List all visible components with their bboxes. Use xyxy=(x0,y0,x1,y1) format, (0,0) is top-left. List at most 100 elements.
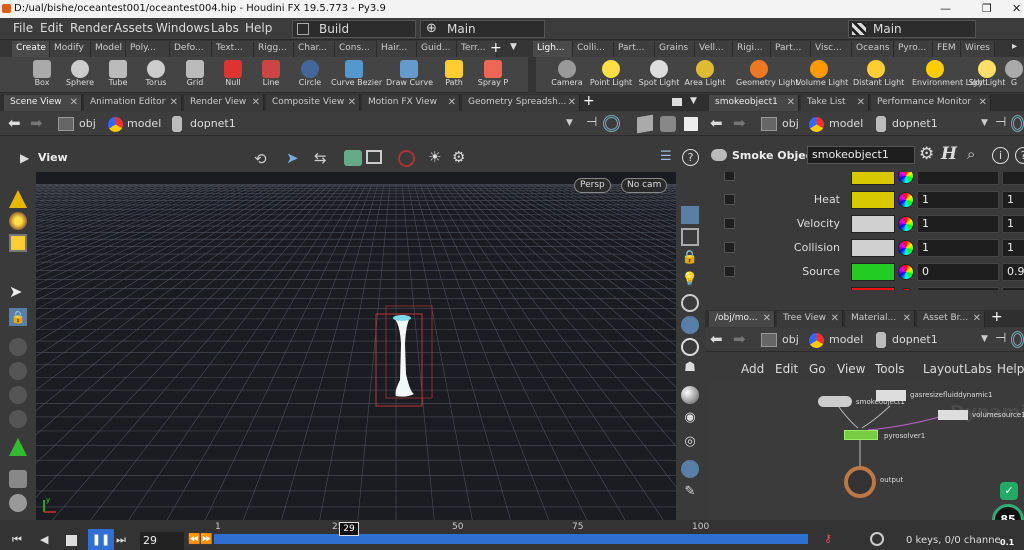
shelf-tab-right-part-2[interactable]: Part... xyxy=(614,41,655,57)
net-tab-close-icon[interactable]: ✕ xyxy=(973,311,981,326)
headlight-icon[interactable] xyxy=(681,294,699,312)
param-value-field-2[interactable]: 1 xyxy=(1002,215,1024,233)
shelf-tab-text-5[interactable]: Text... xyxy=(212,41,254,57)
paint-brush-icon[interactable] xyxy=(9,470,27,488)
pane-tab-close-icon[interactable]: ✕ xyxy=(348,95,356,110)
param-value-field-2[interactable]: 1 xyxy=(1002,191,1024,209)
param-tab-close-icon[interactable]: ✕ xyxy=(857,95,865,110)
path-dropdown-arrow-icon[interactable]: ▼ xyxy=(566,118,573,128)
shelf-tab-defo-4[interactable]: Defo... xyxy=(170,41,212,57)
pane-tab-close-icon[interactable]: ✕ xyxy=(170,95,178,110)
pin-icon[interactable]: ⊣ xyxy=(586,115,597,130)
param-value-field[interactable]: 1 xyxy=(917,239,999,257)
net-tab-asset-br[interactable]: Asset Br... ✕ xyxy=(917,311,985,327)
link-target-icon[interactable] xyxy=(603,115,620,132)
persp-menu[interactable]: Persp xyxy=(574,178,611,193)
color-wheel-icon[interactable] xyxy=(898,216,914,232)
pane-tab-close-icon[interactable]: ✕ xyxy=(568,95,576,110)
pane-tab-composite-view[interactable]: Composite View ✕ xyxy=(266,95,360,111)
param-pin-icon[interactable]: ⊣ xyxy=(995,115,1006,130)
shelf-tab-modify-1[interactable]: Modify xyxy=(50,41,91,57)
current-frame-field[interactable]: 29 xyxy=(140,532,184,550)
bone-tool-icon[interactable] xyxy=(9,338,27,356)
menu-file[interactable]: File xyxy=(13,21,33,35)
geometry-cube-icon[interactable] xyxy=(637,114,653,134)
network-editor[interactable]: Dynamics smokeobject1 gasresizefluiddyna… xyxy=(710,382,1024,520)
net-tab-close-icon[interactable]: ✕ xyxy=(831,311,839,326)
param-value-field[interactable]: 0 xyxy=(917,263,999,281)
path-obj[interactable]: obj xyxy=(79,115,96,133)
white-square-icon[interactable] xyxy=(684,117,698,131)
color-wheel-icon[interactable] xyxy=(898,240,914,256)
shelf-tool-point-light[interactable]: Point Light xyxy=(588,57,634,93)
shelf-tool-spray-p[interactable]: Spray P xyxy=(470,57,516,93)
bulb-outline-icon[interactable] xyxy=(681,338,699,356)
net-tab-tree-view[interactable]: Tree View ✕ xyxy=(777,311,843,327)
shelf-tab-right-fem-10[interactable]: FEM xyxy=(933,41,961,57)
menu-windows[interactable]: Windows xyxy=(156,21,210,35)
net-tab-close-icon[interactable]: ✕ xyxy=(763,311,771,326)
param-tab-smokeobject1[interactable]: smokeobject1 ✕ xyxy=(709,95,799,111)
node-output[interactable] xyxy=(844,466,876,498)
color-wheel-icon[interactable] xyxy=(898,264,914,280)
net-path-dopnet[interactable]: dopnet1 xyxy=(892,331,938,349)
select-arrow-icon[interactable]: ➤ xyxy=(286,149,299,167)
net-menu-go[interactable]: Go xyxy=(809,362,826,376)
shelf-tool-geometry-light[interactable]: Geometry Light xyxy=(736,57,798,93)
color-swatch[interactable] xyxy=(851,191,895,209)
next-key-button[interactable]: ⏩ xyxy=(200,534,212,545)
pause-button[interactable]: ❚❚ xyxy=(88,529,114,550)
edit-cube-icon[interactable] xyxy=(9,234,27,252)
net-tab-close-icon[interactable]: ✕ xyxy=(903,311,911,326)
screen-icon[interactable] xyxy=(366,150,382,164)
shelf-tab-right-pyro-9[interactable]: Pyro... xyxy=(894,41,933,57)
desktop-build-selector[interactable]: Build xyxy=(292,20,416,38)
points-icon[interactable] xyxy=(9,212,27,230)
ghost-icon[interactable] xyxy=(681,228,699,246)
eye-slash-icon[interactable]: ◎ xyxy=(681,434,699,452)
desktop-main-right-selector[interactable]: Main xyxy=(848,20,976,38)
camera-lock-icon[interactable]: 🔒 xyxy=(681,250,699,268)
playhead-marker[interactable]: 29 xyxy=(339,522,359,536)
shelf-menu-arrow-icon[interactable]: ▼ xyxy=(510,42,517,52)
cone-handle-icon[interactable] xyxy=(9,190,27,208)
close-window-button[interactable]: ✕ xyxy=(1012,0,1021,18)
net-pin-icon[interactable]: ⊣ xyxy=(995,331,1006,346)
shelf-tab-rigg-6[interactable]: Rigg... xyxy=(254,41,294,57)
pose-tool-icon[interactable] xyxy=(9,438,27,456)
net-menu-edit[interactable]: Edit xyxy=(775,362,798,376)
shelf-tool-distant-light[interactable]: Distant Light xyxy=(853,57,904,93)
menu-render[interactable]: Render xyxy=(70,21,113,35)
shelf-tab-right-vell-4[interactable]: Vell... xyxy=(695,41,733,57)
shelf-tab-right-part-6[interactable]: Part... xyxy=(771,41,811,57)
param-value-field[interactable]: 1 xyxy=(917,215,999,233)
shelf-tool-circle[interactable]: Circle xyxy=(287,57,333,93)
sculpt-icon[interactable] xyxy=(9,494,27,512)
param-value-field-2[interactable] xyxy=(1002,172,1024,185)
net-menu-labs[interactable]: Labs xyxy=(964,362,992,376)
keyframe-key-icon[interactable]: ⚷ xyxy=(824,532,832,545)
path-model[interactable]: model xyxy=(127,115,161,133)
shelf-tab-right-oceans-8[interactable]: Oceans xyxy=(852,41,894,57)
shelf-tab-hair-9[interactable]: Hair... xyxy=(377,41,417,57)
shelf-tab-right-rigi-5[interactable]: Rigi... xyxy=(733,41,771,57)
color-wheel-icon[interactable] xyxy=(898,288,914,290)
param-path-obj[interactable]: obj xyxy=(782,115,799,133)
color-swatch[interactable] xyxy=(851,287,895,290)
param-tab-close-icon[interactable]: ✕ xyxy=(787,95,795,110)
step-back-button[interactable]: ◀ xyxy=(40,533,48,546)
step-forward-button[interactable]: ⏭ xyxy=(116,533,126,547)
param-value-field-2[interactable]: 0 xyxy=(1002,287,1024,290)
param-toggle-checkbox[interactable] xyxy=(724,218,735,229)
shelf-tool-camera[interactable]: Camera xyxy=(544,57,590,93)
net-menu-add[interactable]: Add xyxy=(741,362,764,376)
pane-tab-render-view[interactable]: Render View ✕ xyxy=(184,95,264,111)
net-path-model[interactable]: model xyxy=(829,331,863,349)
add-network-tab-button[interactable]: + xyxy=(991,309,1003,325)
shelf-tool-g[interactable]: G xyxy=(1004,57,1024,93)
pane-maximize-icon[interactable] xyxy=(672,98,682,106)
light-bulb-icon[interactable]: 💡 xyxy=(681,272,699,290)
shelf-more-button[interactable]: ▸ xyxy=(1012,41,1017,52)
param-value-field-2[interactable]: 1 xyxy=(1002,239,1024,257)
shelf-tool-volume-light[interactable]: Volume Light xyxy=(796,57,848,93)
